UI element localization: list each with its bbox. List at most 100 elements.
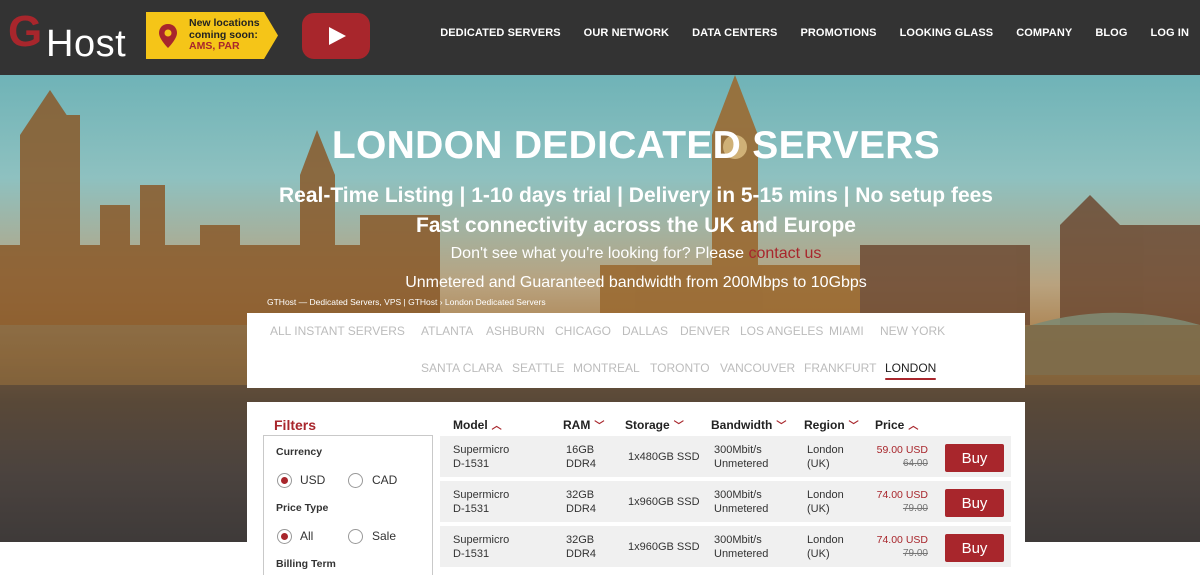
region-line-1: London	[807, 444, 844, 456]
nav-company[interactable]: COMPANY	[1016, 27, 1072, 39]
bandwidth-cell: 300Mbit/s Unmetered	[714, 443, 768, 471]
nav-dedicated-servers[interactable]: DEDICATED SERVERS	[440, 27, 560, 39]
model-line-1: Supermicro	[453, 444, 510, 456]
column-bandwidth-label: Bandwidth	[711, 418, 773, 432]
nav-our-network[interactable]: OUR NETWORK	[584, 27, 669, 39]
price-type-all-label[interactable]: All	[300, 529, 313, 543]
currency-label: Currency	[276, 446, 323, 458]
location-tabs: ALL INSTANT SERVERS ATLANTA ASHBURN CHIC…	[247, 313, 1025, 388]
old-price: 64.00	[902, 458, 928, 469]
tab-london[interactable]: LONDON	[885, 361, 937, 380]
hero-bandwidth: Unmetered and Guaranteed bandwidth from …	[405, 274, 867, 291]
main-nav: DEDICATED SERVERS OUR NETWORK DATA CENTE…	[417, 27, 1189, 39]
buy-button[interactable]: Buy	[945, 534, 1004, 562]
hero-connectivity: Fast connectivity across the UK and Euro…	[416, 214, 856, 237]
banner-line-3: AMS, PAR	[189, 40, 240, 52]
banner-line-1: New locations	[189, 17, 260, 29]
model-cell: Supermicro D-1531	[453, 443, 509, 471]
column-region[interactable]: Region ﹀	[804, 417, 859, 432]
nav-blog[interactable]: BLOG	[1095, 27, 1127, 39]
ram-cell: 32GB DDR4	[566, 533, 596, 561]
old-price: 79.00	[902, 503, 928, 514]
table-row: Supermicro D-1531 32GB DDR4 1x960GB SSD 30…	[440, 481, 1011, 522]
model-line-1: Supermicro	[453, 534, 510, 546]
tab-chicago[interactable]: CHICAGO	[555, 324, 611, 338]
model-line-1: Supermicro	[453, 489, 510, 501]
model-line-2: D-1531	[453, 548, 490, 560]
chevron-down-icon: ﹀	[848, 421, 859, 432]
price-type-sale-label[interactable]: Sale	[372, 529, 396, 543]
price-type-all-radio[interactable]	[277, 529, 292, 544]
currency-usd-radio[interactable]	[277, 473, 292, 488]
tab-los-angeles[interactable]: LOS ANGELES	[740, 324, 823, 338]
breadcrumb[interactable]: GTHost — Dedicated Servers, VPS | GTHost…	[267, 297, 546, 307]
currency-cad-label[interactable]: CAD	[372, 473, 397, 487]
new-locations-banner[interactable]: New locations coming soon: AMS, PAR	[146, 12, 278, 59]
model-cell: Supermicro D-1531	[453, 533, 509, 561]
banner-text: New locations coming soon: AMS, PAR	[189, 17, 274, 53]
gthost-logo[interactable]: G Host	[8, 7, 138, 65]
youtube-play-icon	[329, 27, 346, 45]
contact-us-link[interactable]: contact us	[748, 245, 821, 262]
price: 74.00 USD	[876, 489, 928, 501]
column-model[interactable]: Model ︿	[453, 417, 502, 432]
server-listing: Filters Currency USD CAD Price Type All …	[247, 402, 1025, 575]
column-storage[interactable]: Storage ﹀	[625, 417, 684, 432]
region-line-2: (UK)	[807, 458, 830, 470]
chevron-up-icon: ︿	[908, 421, 919, 432]
filters-title: Filters	[274, 417, 317, 433]
ram-line-2: DDR4	[566, 503, 596, 515]
tab-all-instant-servers[interactable]: ALL INSTANT SERVERS	[270, 324, 405, 338]
storage-cell: 1x960GB SSD	[628, 496, 700, 508]
storage-cell: 1x960GB SSD	[628, 541, 700, 553]
tab-new-york[interactable]: NEW YORK	[880, 324, 945, 338]
column-region-label: Region	[804, 418, 845, 432]
tab-seattle[interactable]: SEATTLE	[512, 361, 564, 375]
ram-line-1: 16GB	[566, 444, 595, 456]
buy-button[interactable]: Buy	[945, 444, 1004, 472]
column-price[interactable]: Price ︿	[875, 417, 918, 432]
hero-contact-line: Don't see what you're looking for? Pleas…	[0, 245, 1200, 263]
table-row: Supermicro D-1531 32GB DDR4 1x960GB SSD 30…	[440, 526, 1011, 567]
nav-log-in[interactable]: LOG IN	[1151, 27, 1190, 39]
buy-button[interactable]: Buy	[945, 489, 1004, 517]
storage-cell: 1x480GB SSD	[628, 451, 700, 463]
price: 74.00 USD	[876, 534, 928, 546]
tab-ashburn[interactable]: ASHBURN	[486, 324, 545, 338]
column-price-label: Price	[875, 418, 905, 432]
price-type-label: Price Type	[276, 502, 329, 514]
tab-denver[interactable]: DENVER	[680, 324, 730, 338]
bandwidth-cell: 300Mbit/s Unmetered	[714, 488, 768, 516]
old-price: 79.00	[902, 548, 928, 559]
logo-letter: G	[8, 7, 43, 56]
column-ram[interactable]: RAM ﹀	[563, 417, 604, 432]
chevron-up-icon: ︿	[491, 421, 502, 432]
tab-vancouver[interactable]: VANCOUVER	[720, 361, 795, 375]
tab-toronto[interactable]: TORONTO	[650, 361, 710, 375]
map-pin-icon	[159, 24, 177, 48]
column-bandwidth[interactable]: Bandwidth ﹀	[711, 417, 786, 432]
contact-prefix: Don't see what you're looking for? Pleas…	[450, 245, 749, 262]
tab-montreal[interactable]: MONTREAL	[573, 361, 640, 375]
price-type-sale-radio[interactable]	[348, 529, 363, 544]
tab-dallas[interactable]: DALLAS	[622, 324, 668, 338]
hero-features: Real-Time Listing | 1-10 days trial | De…	[279, 184, 993, 207]
tab-atlanta[interactable]: ATLANTA	[421, 324, 473, 338]
tab-frankfurt[interactable]: FRANKFURT	[804, 361, 876, 375]
column-storage-label: Storage	[625, 418, 670, 432]
nav-promotions[interactable]: PROMOTIONS	[800, 27, 876, 39]
currency-usd-label[interactable]: USD	[300, 473, 325, 487]
table-header: Model ︿ RAM ﹀ Storage ﹀ Bandwidth ﹀ Region ﹀ …	[440, 415, 1010, 435]
video-button[interactable]	[302, 13, 370, 59]
bandwidth-line-2: Unmetered	[714, 548, 769, 560]
page-title: LONDON DEDICATED SERVERS	[331, 124, 941, 167]
region-cell: London (UK)	[807, 533, 844, 561]
tab-miami[interactable]: MIAMI	[829, 324, 864, 338]
currency-cad-radio[interactable]	[348, 473, 363, 488]
nav-looking-glass[interactable]: LOOKING GLASS	[900, 27, 994, 39]
billing-term-label: Billing Term	[276, 558, 336, 570]
tab-santa-clara[interactable]: SANTA CLARA	[421, 361, 503, 375]
filters-panel: Currency USD CAD Price Type All Sale Bil…	[263, 435, 433, 575]
nav-data-centers[interactable]: DATA CENTERS	[692, 27, 777, 39]
ram-cell: 16GB DDR4	[566, 443, 596, 471]
